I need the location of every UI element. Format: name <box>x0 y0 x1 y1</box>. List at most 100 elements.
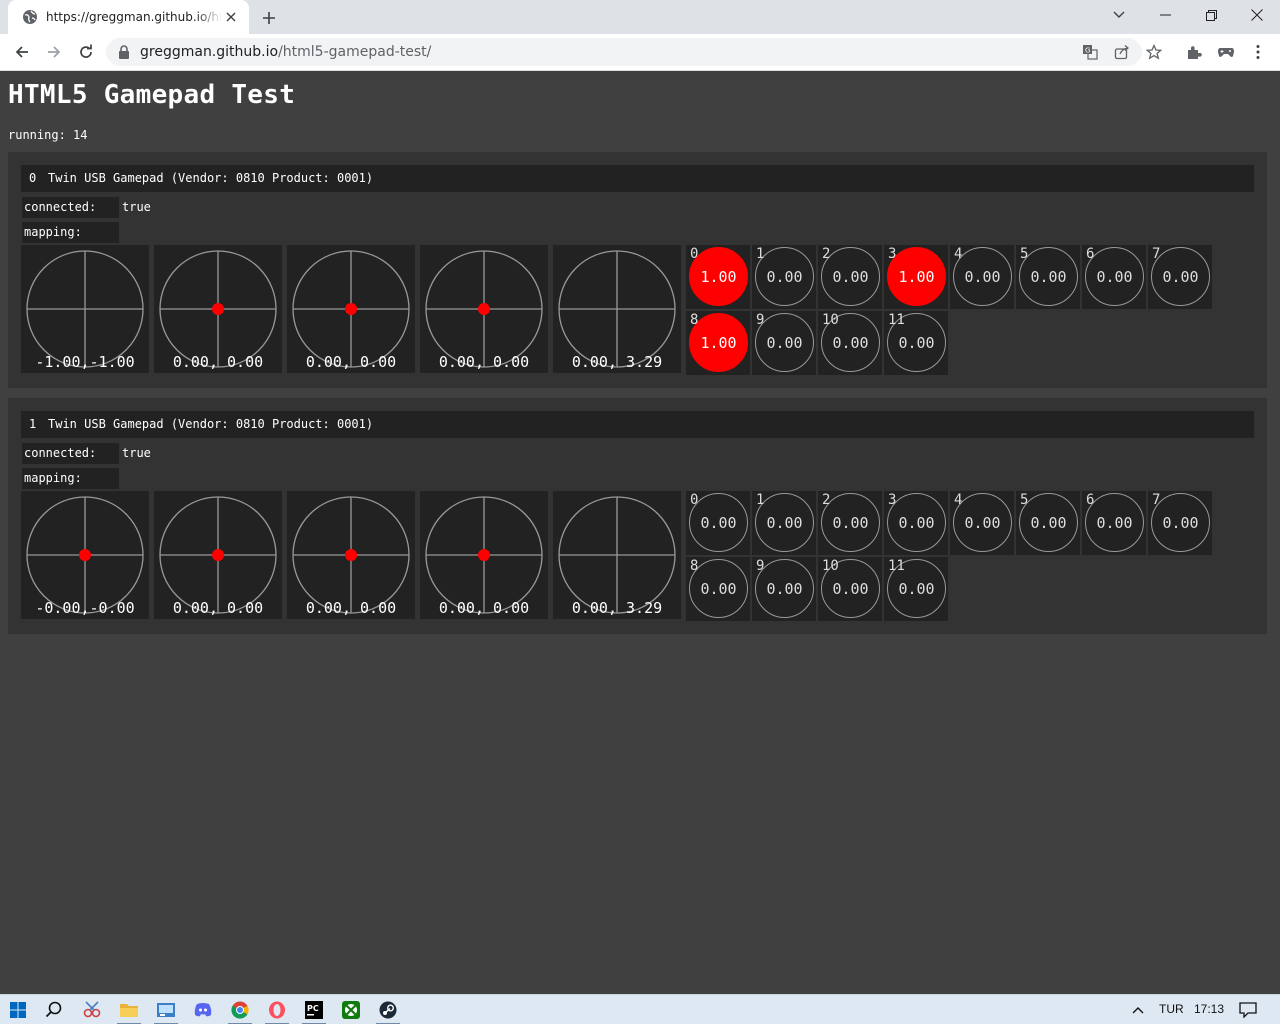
running-counter: running: 14 <box>8 128 88 142</box>
button-index: 4 <box>954 246 963 262</box>
axis-value-label: 0.00, 0.00 <box>305 599 397 617</box>
browser-tab-strip: https://greggman.github.io/html5-gamepad… <box>0 0 1280 34</box>
bookmark-star-icon[interactable] <box>1146 44 1162 60</box>
axis-value-label: 0.00, 3.29 <box>571 599 663 617</box>
gamepad-index: 0 <box>29 171 37 185</box>
svg-text:G: G <box>1085 47 1090 55</box>
gamepad-button-6: 0.00 6 <box>1082 491 1146 555</box>
file-explorer-icon[interactable] <box>113 997 145 1024</box>
button-value: 0.00 <box>766 267 803 286</box>
globe-icon <box>22 9 38 25</box>
button-index: 9 <box>756 558 765 574</box>
xbox-icon[interactable] <box>335 997 367 1023</box>
opera-icon[interactable] <box>261 997 293 1024</box>
search-icon[interactable] <box>38 997 70 1023</box>
button-value: 0.00 <box>898 513 935 532</box>
button-value: 0.00 <box>898 333 935 352</box>
axis-position-dot <box>478 303 490 315</box>
button-index: 1 <box>756 492 765 508</box>
clock[interactable]: 17:13 <box>1194 1002 1224 1016</box>
button-value: 0.00 <box>832 513 869 532</box>
axis-stick-1: 0.00, 0.00 <box>154 491 282 619</box>
chrome-icon[interactable] <box>224 997 256 1024</box>
button-index: 6 <box>1086 246 1095 262</box>
browser-tab[interactable]: https://greggman.github.io/html5-gamepad… <box>8 0 249 34</box>
gamepad-button-11: 0.00 11 <box>884 557 948 621</box>
gamepad-button-11: 0.00 11 <box>884 311 948 375</box>
gamepad-panel-1: 1 Twin USB Gamepad (Vendor: 0810 Product:… <box>8 398 1267 634</box>
button-index: 10 <box>822 558 839 574</box>
button-index: 1 <box>756 246 765 262</box>
axis-position-dot <box>478 549 490 561</box>
menu-kebab-icon[interactable] <box>1248 42 1268 62</box>
gamepad-button-7: 0.00 7 <box>1148 245 1212 309</box>
tray-chevron-up-icon[interactable] <box>1124 997 1152 1023</box>
page-title: HTML5 Gamepad Test <box>8 80 296 110</box>
button-value: 0.00 <box>1162 267 1199 286</box>
gamepad-button-0: 1.00 0 <box>686 245 750 309</box>
close-window-icon[interactable] <box>1234 0 1280 30</box>
lock-icon[interactable] <box>118 45 130 59</box>
button-value: 0.00 <box>964 267 1001 286</box>
button-index: 10 <box>822 312 839 328</box>
button-index: 5 <box>1020 492 1029 508</box>
minimize-icon[interactable] <box>1142 0 1188 30</box>
axis-stick-0: -1.00,-1.00 <box>21 245 149 373</box>
axis-value-label: 0.00, 0.00 <box>438 353 530 371</box>
axis-stick-1: 0.00, 0.00 <box>154 245 282 373</box>
language-indicator[interactable]: TUR <box>1159 1002 1184 1016</box>
gamepad-button-8: 0.00 8 <box>686 557 750 621</box>
axis-stick-3: 0.00, 0.00 <box>420 491 548 619</box>
reload-icon[interactable] <box>72 38 100 66</box>
pycharm-icon[interactable]: PC <box>298 997 330 1024</box>
button-value: 0.00 <box>1162 513 1199 532</box>
button-value: 0.00 <box>766 513 803 532</box>
steam-icon[interactable] <box>372 997 404 1024</box>
gamepad-header: 1 Twin USB Gamepad (Vendor: 0810 Product:… <box>21 411 1254 438</box>
button-index: 11 <box>888 558 905 574</box>
new-tab-icon[interactable] <box>258 7 280 29</box>
back-icon[interactable] <box>8 38 36 66</box>
notifications-icon[interactable] <box>1232 997 1264 1023</box>
button-value: 0.00 <box>832 267 869 286</box>
restore-icon[interactable] <box>1188 0 1234 30</box>
extensions-icon[interactable] <box>1184 42 1204 62</box>
axis-value-label: 0.00, 0.00 <box>305 353 397 371</box>
axis-value-label: 0.00, 0.00 <box>172 353 264 371</box>
address-bar[interactable]: greggman.github.io/html5-gamepad-test/ G <box>106 38 1162 66</box>
gamepad-button-1: 0.00 1 <box>752 245 816 309</box>
tab-search-icon[interactable] <box>1096 0 1142 30</box>
button-value: 0.00 <box>1030 267 1067 286</box>
gamepad-button-4: 0.00 4 <box>950 245 1014 309</box>
gamepad-button-5: 0.00 5 <box>1016 245 1080 309</box>
button-index: 8 <box>690 558 699 574</box>
button-value: 0.00 <box>964 513 1001 532</box>
button-index: 7 <box>1152 492 1161 508</box>
url-path: /html5-gamepad-test/ <box>278 44 432 60</box>
gamepad-button-2: 0.00 2 <box>818 245 882 309</box>
button-value: 1.00 <box>898 267 935 286</box>
share-icon[interactable] <box>1114 44 1130 60</box>
close-tab-icon[interactable] <box>223 9 239 25</box>
svg-text:PC: PC <box>307 1004 319 1013</box>
gamepad-button-8: 1.00 8 <box>686 311 750 375</box>
button-value: 0.00 <box>700 579 737 598</box>
start-icon[interactable] <box>2 997 34 1023</box>
button-value: 1.00 <box>700 267 737 286</box>
forward-icon[interactable] <box>40 38 68 66</box>
windows-taskbar: PC TUR 17:13 <box>0 994 1280 1024</box>
discord-icon[interactable] <box>187 997 219 1023</box>
url-text[interactable]: greggman.github.io/html5-gamepad-test/ <box>140 44 431 60</box>
axis-position-dot <box>212 549 224 561</box>
button-index: 7 <box>1152 246 1161 262</box>
control-panel-icon[interactable] <box>150 997 182 1024</box>
translate-icon[interactable]: G <box>1082 44 1098 60</box>
snipping-tool-icon[interactable] <box>76 997 108 1023</box>
url-host: greggman.github.io <box>140 44 279 60</box>
page-content: HTML5 Gamepad Test running: 14 0 Twin USB… <box>0 72 1280 994</box>
axis-value-label: 0.00, 0.00 <box>438 599 530 617</box>
gamepad-extension-icon[interactable] <box>1216 42 1236 62</box>
gamepad-id: Twin USB Gamepad (Vendor: 0810 Product: … <box>48 171 374 185</box>
connected-value: true <box>122 200 151 214</box>
gamepad-button-7: 0.00 7 <box>1148 491 1212 555</box>
